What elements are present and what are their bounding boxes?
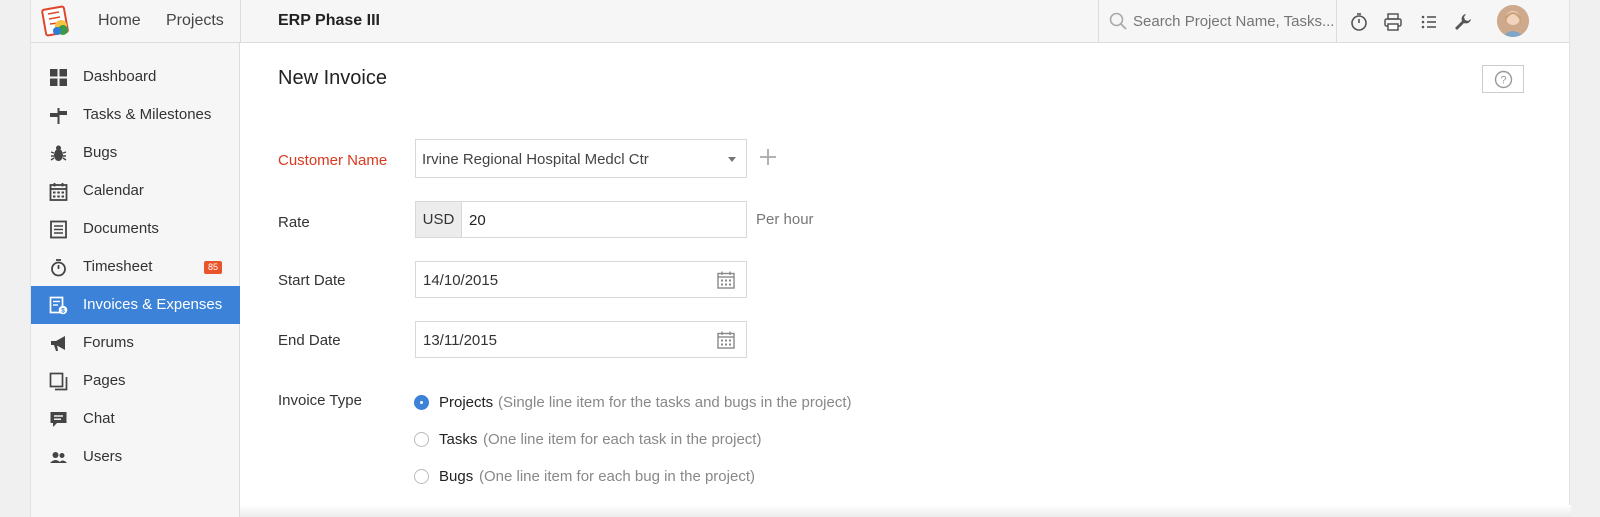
- sidebar-item-label: Calendar: [83, 182, 144, 199]
- customer-select[interactable]: Irvine Regional Hospital Medcl Ctr: [415, 139, 747, 178]
- svg-text:$: $: [61, 307, 65, 314]
- wrench-icon[interactable]: [1453, 12, 1473, 32]
- radio-tasks[interactable]: [414, 432, 429, 447]
- rate-field: USD: [415, 201, 747, 238]
- sidebar-item-calendar[interactable]: Calendar: [31, 172, 240, 210]
- invoice-icon: $: [49, 296, 68, 314]
- start-date-label: Start Date: [278, 272, 346, 289]
- customer-select-value: Irvine Regional Hospital Medcl Ctr: [422, 151, 649, 168]
- calendar-icon: [49, 183, 68, 201]
- sidebar-item-bugs[interactable]: Bugs: [31, 134, 240, 172]
- topbar-divider: [240, 0, 241, 43]
- option-description: (One line item for each task in the proj…: [483, 431, 762, 448]
- search-box[interactable]: [1099, 0, 1337, 43]
- sidebar-item-label: Tasks & Milestones: [83, 106, 212, 123]
- sidebar-item-label: Documents: [83, 220, 159, 237]
- users-icon: [50, 452, 67, 463]
- sidebar-item-users[interactable]: Users: [31, 438, 240, 476]
- scroll-fade: [240, 505, 1571, 517]
- sidebar-item-pages[interactable]: Pages: [31, 362, 240, 400]
- top-bar: Home Projects ERP Phase III: [31, 0, 1569, 43]
- invoice-type-option-tasks[interactable]: Tasks (One line item for each task in th…: [414, 429, 774, 451]
- app-logo-icon[interactable]: [39, 4, 75, 40]
- search-icon: [1109, 12, 1127, 30]
- sidebar-item-label: Timesheet: [83, 258, 153, 275]
- timer-icon: [51, 259, 66, 277]
- megaphone-icon: [51, 336, 65, 351]
- chevron-down-icon: [728, 157, 736, 162]
- customer-name-label: Customer Name: [278, 152, 388, 169]
- sidebar-item-label: Chat: [83, 410, 115, 427]
- sidebar-item-label: Pages: [83, 372, 126, 389]
- sidebar-item-dashboard[interactable]: Dashboard: [31, 58, 240, 96]
- end-date-input[interactable]: [423, 329, 703, 351]
- currency-addon: USD: [416, 202, 462, 237]
- rate-input[interactable]: [469, 209, 739, 231]
- app-window: Home Projects ERP Phase III Search Proje…: [30, 0, 1571, 517]
- end-date-field: [415, 321, 747, 358]
- project-title[interactable]: ERP Phase III: [278, 12, 380, 30]
- option-description: (One line item for each bug in the proje…: [479, 468, 755, 485]
- tasks-icon: [50, 108, 67, 124]
- sidebar-item-invoices[interactable]: $ Invoices & Expenses: [31, 286, 240, 324]
- invoice-type-option-bugs[interactable]: Bugs (One line item for each bug in the …: [414, 466, 774, 488]
- option-description: (Single line item for the tasks and bugs…: [498, 394, 852, 411]
- sidebar-item-forums[interactable]: Forums: [31, 324, 240, 362]
- nav-home[interactable]: Home: [98, 12, 141, 30]
- rate-label: Rate: [278, 214, 310, 231]
- end-date-label: End Date: [278, 332, 341, 349]
- invoice-type-option-projects[interactable]: Projects (Single line item for the tasks…: [414, 392, 854, 414]
- calendar-icon[interactable]: [716, 330, 736, 350]
- help-button[interactable]: ?: [1482, 65, 1524, 93]
- sidebar-item-chat[interactable]: Chat: [31, 400, 240, 438]
- nav-projects[interactable]: Projects: [166, 12, 224, 30]
- help-icon: ?: [1494, 70, 1513, 89]
- bug-icon: [50, 145, 67, 161]
- sidebar-item-label: Invoices & Expenses: [83, 296, 223, 313]
- page-title: New Invoice: [278, 67, 387, 89]
- svg-text:?: ?: [1500, 75, 1506, 87]
- list-icon[interactable]: [1419, 12, 1439, 32]
- topbar-divider: [1336, 0, 1337, 43]
- search-input[interactable]: [1133, 10, 1333, 32]
- timer-icon[interactable]: [1349, 12, 1369, 32]
- pages-icon: [49, 372, 68, 391]
- option-label: Tasks: [439, 431, 478, 448]
- avatar[interactable]: [1497, 5, 1529, 37]
- dashboard-icon: [50, 69, 67, 86]
- timesheet-count-badge: 85: [204, 261, 223, 274]
- print-icon[interactable]: [1383, 12, 1403, 32]
- calendar-icon[interactable]: [716, 270, 736, 290]
- option-label: Bugs: [439, 468, 474, 485]
- sidebar-item-label: Bugs: [83, 144, 118, 161]
- rate-unit-text: Per hour: [756, 211, 814, 228]
- option-label: Projects: [439, 394, 494, 411]
- sidebar-item-timesheet[interactable]: Timesheet 85: [31, 248, 240, 286]
- sidebar-item-label: Forums: [83, 334, 134, 351]
- radio-bugs[interactable]: [414, 469, 429, 484]
- documents-icon: [50, 220, 67, 239]
- user-avatar-icon: [1497, 5, 1529, 37]
- chat-icon: [50, 412, 67, 427]
- sidebar-item-label: Users: [83, 448, 123, 465]
- start-date-input[interactable]: [423, 269, 703, 291]
- sidebar: Dashboard Tasks & Milestones Bugs Calend…: [31, 43, 240, 517]
- start-date-field: [415, 261, 747, 298]
- invoice-type-label: Invoice Type: [278, 392, 362, 409]
- sidebar-item-documents[interactable]: Documents: [31, 210, 240, 248]
- add-customer-icon[interactable]: [757, 146, 779, 168]
- radio-projects[interactable]: [414, 395, 429, 410]
- sidebar-item-tasks[interactable]: Tasks & Milestones: [31, 96, 240, 134]
- sidebar-item-label: Dashboard: [83, 68, 157, 85]
